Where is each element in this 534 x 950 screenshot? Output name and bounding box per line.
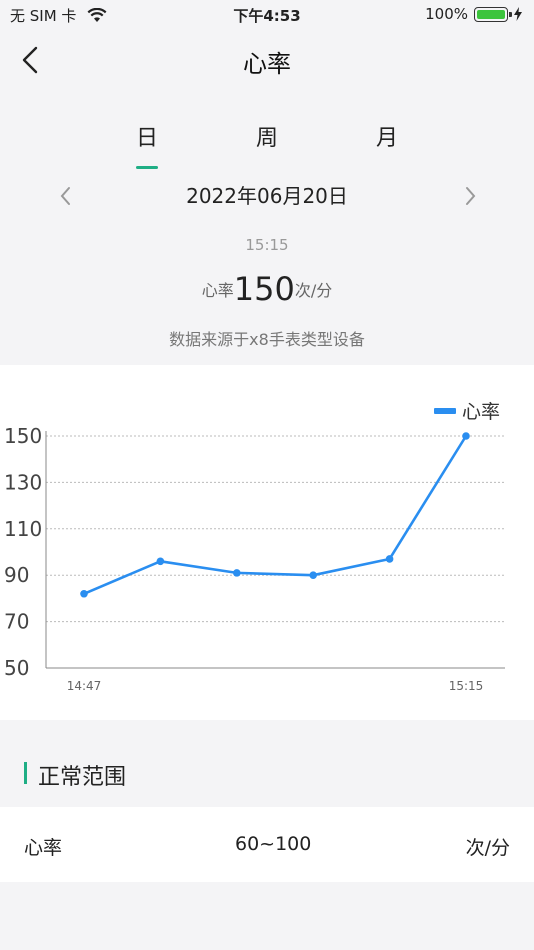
heart-rate-chart: 50 70 90 110 130 150 14:47 15:15 心率 (4, 401, 505, 693)
data-point (156, 557, 165, 566)
data-source-text: 数据来源于x8手表类型设备 (169, 330, 365, 349)
range-label: 心率 (24, 837, 63, 859)
x-tick-label: 15:15 (449, 679, 484, 693)
y-tick-label: 50 (4, 656, 29, 680)
tab-month[interactable]: 月 (347, 120, 427, 152)
battery-percent: 100% (425, 5, 468, 23)
nav-bar: 心率 (0, 30, 534, 90)
tab-day[interactable]: 日 (107, 120, 187, 169)
data-point (233, 569, 241, 577)
normal-range-header: 正常范围 (0, 730, 534, 805)
range-value: 60~100 (235, 833, 312, 855)
x-tick-label: 14:47 (67, 679, 102, 693)
battery-group: 100% (425, 5, 522, 23)
heart-rate-value: 150 (233, 270, 295, 308)
section-accent-bar (24, 762, 27, 784)
tab-week[interactable]: 周 (227, 120, 307, 152)
y-tick-label: 110 (4, 517, 42, 541)
heart-rate-unit: 次/分 (294, 281, 333, 300)
y-tick-label: 130 (4, 470, 42, 494)
measurement-time: 15:15 (245, 236, 289, 254)
chart-card: 50 70 90 110 130 150 14:47 15:15 心率 (0, 365, 534, 720)
data-point (462, 432, 470, 440)
next-date-button[interactable] (458, 182, 482, 210)
series-line (83, 435, 468, 595)
y-tick-label: 70 (4, 610, 29, 634)
battery-icon (474, 6, 512, 22)
heart-rate-prefix: 心率 (201, 281, 234, 300)
heart-rate-summary: 心率150次/分 (0, 270, 534, 308)
y-tick-label: 90 (4, 563, 29, 587)
charging-icon (514, 7, 522, 21)
data-point (80, 589, 88, 598)
range-unit: 次/分 (465, 837, 510, 859)
data-point (309, 571, 318, 579)
period-tabs: 日 周 月 (0, 120, 534, 175)
normal-range-title: 正常范围 (38, 765, 127, 790)
tab-day-label: 日 (135, 126, 158, 151)
y-tick-label: 150 (4, 424, 42, 448)
legend-label: 心率 (462, 401, 500, 423)
data-point (385, 555, 394, 563)
active-tab-indicator (136, 166, 158, 169)
tab-month-label: 月 (375, 126, 398, 151)
chevron-right-icon (466, 187, 476, 205)
tab-week-label: 周 (255, 126, 278, 151)
page-title: 心率 (243, 50, 291, 78)
date-navigator: 2022年06月20日 (0, 178, 534, 214)
status-bar: 无 SIM 卡 下午4:53 100% (0, 0, 534, 30)
legend-swatch (434, 408, 456, 414)
current-date: 2022年06月20日 (186, 184, 348, 208)
normal-range-row: 心率 60~100 次/分 (0, 807, 534, 882)
